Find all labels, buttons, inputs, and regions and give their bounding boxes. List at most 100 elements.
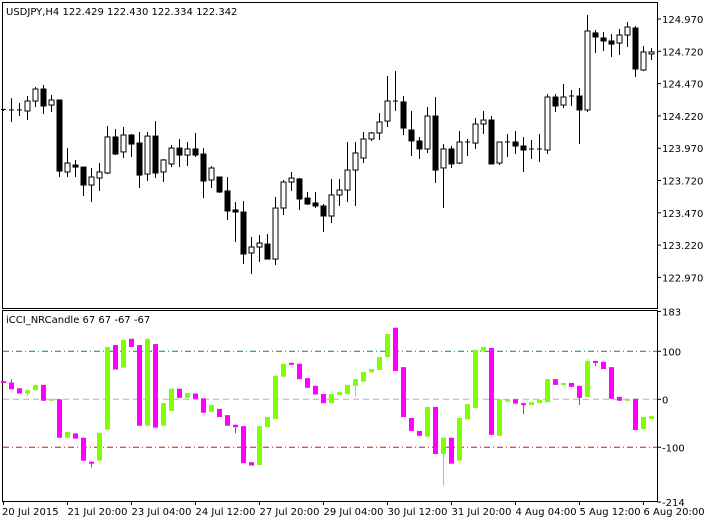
indicator-tick-label: 100 <box>662 347 681 358</box>
cci-bar-body <box>609 367 614 399</box>
cci-bar <box>625 398 630 401</box>
cci-bar <box>537 399 542 404</box>
cci-bar-body <box>441 437 446 455</box>
candle-body <box>632 27 639 70</box>
cci-bar-body <box>105 346 110 430</box>
cci-bar-body <box>137 345 142 426</box>
candle-body <box>608 40 615 45</box>
cci-bar-body <box>465 404 470 420</box>
cci-bar <box>257 426 262 466</box>
cci-bar <box>321 394 326 404</box>
candle-body <box>96 171 103 179</box>
cci-bar <box>249 462 254 466</box>
cci-bar-body <box>273 375 278 419</box>
cci-bar <box>457 418 462 461</box>
cci-bar-body <box>17 388 22 394</box>
price-tick-label: 123.220 <box>662 241 703 252</box>
cci-bar <box>209 405 214 412</box>
candle-body <box>520 145 527 151</box>
candle-body <box>152 135 159 174</box>
cci-bar <box>345 384 350 395</box>
candle-body <box>560 96 567 106</box>
cci-bar <box>601 361 606 370</box>
cci-bar-body <box>617 396 622 401</box>
cci-bar-body <box>641 417 646 430</box>
cci-bar <box>225 415 230 426</box>
cci-bar <box>465 404 470 420</box>
cci-bar <box>161 403 166 426</box>
candle <box>496 141 503 165</box>
cci-bar <box>1 381 6 384</box>
cci-bar <box>145 338 150 426</box>
cci-bar <box>377 357 382 371</box>
cci-bar <box>417 430 422 436</box>
candle-body <box>104 136 111 174</box>
cci-bar <box>33 384 38 391</box>
cci-bar-body <box>97 432 102 461</box>
cci-bar <box>425 406 430 437</box>
cci-bar <box>585 358 590 397</box>
cci-bar-body <box>209 405 214 412</box>
cci-bar-body <box>649 416 654 419</box>
cci-bar-body <box>481 346 486 352</box>
cci-bar-body <box>145 338 150 426</box>
cci-bar-body <box>361 371 366 382</box>
cci-bar <box>433 406 438 455</box>
cci-bar-body <box>81 437 86 461</box>
cci-bar-body <box>129 338 134 347</box>
cci-bar <box>561 382 566 385</box>
time-tick-label: 6 Aug 20:00 <box>644 507 705 518</box>
cci-bar-body <box>193 393 198 399</box>
cci-bar-body <box>177 388 182 398</box>
cci-bar <box>553 379 558 385</box>
cci-bar <box>185 393 190 398</box>
candle-body <box>176 147 183 156</box>
cci-bar-body <box>265 417 270 428</box>
candle-body <box>88 176 95 186</box>
cci-bar-body <box>593 360 598 363</box>
candle-body <box>432 115 439 171</box>
candle-body <box>80 166 87 186</box>
cci-bar-body <box>385 334 390 358</box>
cci-bar-body <box>417 430 422 436</box>
cci-bar <box>289 362 294 365</box>
time-tick-label: 23 Jul 04:00 <box>132 507 192 518</box>
candle-body <box>320 205 327 217</box>
candle-body <box>168 147 175 165</box>
candle-body <box>648 51 655 55</box>
cci-bar <box>169 388 174 411</box>
candle-body <box>248 246 255 254</box>
cci-bar <box>393 327 398 371</box>
cci-bar <box>633 398 638 431</box>
cci-bar <box>513 399 518 404</box>
cci-bar <box>217 408 222 418</box>
cci-bar-body <box>489 347 494 435</box>
cci-bar <box>313 385 318 395</box>
cci-bar-body <box>329 394 334 404</box>
cci-bar-body <box>1 381 6 384</box>
cci-bar-body <box>425 406 430 437</box>
cci-bar <box>153 344 158 428</box>
candle-body <box>368 132 375 140</box>
cci-bar-body <box>281 363 286 377</box>
candle <box>56 99 63 178</box>
cci-bar-body <box>393 327 398 371</box>
indicator-title: iCCI_NRCandle 67 67 -67 -67 <box>6 315 150 326</box>
cci-bar <box>193 393 198 399</box>
candle-body <box>600 37 607 42</box>
cci-bar-body <box>529 402 534 406</box>
candle-body <box>384 100 391 122</box>
candle-body <box>360 138 367 159</box>
time-tick-label: 24 Jul 12:00 <box>196 507 256 518</box>
time-tick-label: 30 Jul 12:00 <box>388 507 448 518</box>
cci-bar-body <box>153 344 158 428</box>
cci-bar <box>137 345 142 426</box>
candle <box>216 176 223 194</box>
cci-bar-body <box>49 398 54 401</box>
candle-body <box>552 96 559 107</box>
cci-bar <box>369 369 374 373</box>
candle-body <box>56 99 63 172</box>
candle-body <box>424 115 431 150</box>
cci-bar-body <box>561 382 566 385</box>
candle-body <box>136 142 143 176</box>
